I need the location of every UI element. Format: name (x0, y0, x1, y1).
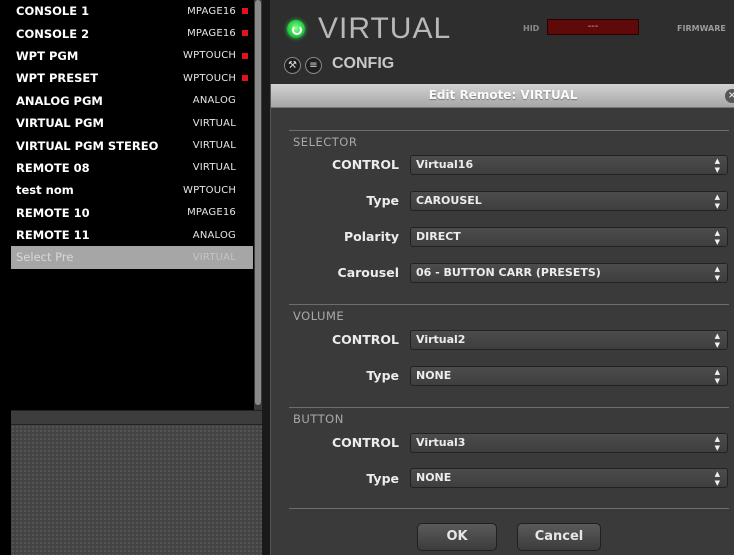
section-divider (289, 130, 729, 131)
remote-name: test nom (16, 183, 74, 198)
volume-type-select[interactable]: NONE ▲ ▼ (410, 366, 728, 386)
up-down-arrows-icon: ▲ ▼ (714, 332, 720, 349)
section-divider (289, 508, 729, 509)
edit-remote-dialog: Edit Remote: VIRTUAL × SELECTOR CONTROL … (270, 84, 734, 555)
button-type-label: Type (366, 471, 399, 486)
remote-type: ANALOG (192, 95, 236, 107)
select-value: CAROUSEL (416, 194, 482, 207)
remote-name: VIRTUAL PGM STEREO (16, 138, 159, 153)
remote-list-item[interactable]: CONSOLE 2 MPAGE16 (11, 22, 253, 44)
empty-panel-area (11, 425, 262, 555)
remote-name: Select Pre (16, 250, 74, 265)
remote-type: ANALOG (192, 229, 236, 241)
dialog-title: Edit Remote: VIRTUAL (428, 88, 578, 102)
up-down-arrows-icon: ▲ ▼ (714, 265, 720, 282)
selector-control-label: CONTROL (331, 157, 399, 172)
remote-list-item[interactable]: ANALOG PGM ANALOG (11, 90, 253, 112)
remote-list-scrollbar[interactable] (254, 0, 262, 410)
ok-button[interactable]: OK (417, 523, 497, 551)
section-divider (289, 304, 729, 305)
selector-carousel-select[interactable]: 06 - BUTTON CARR (PRESETS) ▲ ▼ (410, 263, 728, 283)
wrench-icon[interactable]: ⚒ (284, 57, 301, 74)
button-section-label: BUTTON (293, 412, 344, 426)
selector-control-select[interactable]: Virtual16 ▲ ▼ (410, 155, 728, 175)
select-value: DIRECT (416, 230, 461, 243)
remote-name: CONSOLE 1 (16, 4, 90, 19)
status-indicator-icon (242, 8, 248, 14)
remote-list: CONSOLE 1 MPAGE16 CONSOLE 2 MPAGE16 WPT PGM W… (11, 0, 253, 410)
remote-list-item[interactable]: REMOTE 10 MPAGE16 (11, 202, 253, 224)
status-indicator-icon (242, 52, 248, 59)
remote-list-item[interactable]: VIRTUAL PGM STEREO VIRTUAL (11, 134, 253, 156)
volume-type-label: Type (366, 368, 399, 383)
remote-type: VIRTUAL (192, 117, 236, 129)
status-indicator-icon (242, 30, 248, 37)
button-type-select[interactable]: NONE ▲ ▼ (410, 468, 728, 488)
remote-list-item[interactable]: CONSOLE 1 MPAGE16 (11, 0, 253, 22)
status-indicator-icon (242, 75, 248, 82)
up-down-arrows-icon: ▲ ▼ (714, 470, 720, 487)
remote-list-item[interactable]: REMOTE 08 VIRTUAL (11, 157, 253, 179)
volume-control-select[interactable]: Virtual2 ▲ ▼ (410, 330, 728, 350)
up-down-arrows-icon: ▲ ▼ (714, 229, 720, 246)
close-icon[interactable]: × (725, 89, 734, 103)
remote-name: WPT PGM (16, 48, 79, 63)
remote-list-item[interactable]: Select Pre VIRTUAL (11, 246, 253, 269)
select-value: 06 - BUTTON CARR (PRESETS) (416, 266, 601, 279)
selector-carousel-label: Carousel (337, 265, 399, 280)
panel-divider (11, 410, 262, 425)
up-down-arrows-icon: ▲ ▼ (714, 157, 720, 174)
remote-name: REMOTE 11 (16, 228, 90, 243)
selector-polarity-select[interactable]: DIRECT ▲ ▼ (410, 227, 728, 247)
button-control-label: CONTROL (331, 435, 399, 450)
select-value: NONE (416, 471, 452, 484)
dialog-titlebar[interactable]: Edit Remote: VIRTUAL × (271, 84, 734, 108)
button-control-select[interactable]: Virtual3 ▲ ▼ (410, 433, 728, 453)
up-down-arrows-icon: ▲ ▼ (714, 193, 720, 210)
remote-type: VIRTUAL (192, 140, 236, 152)
remote-name: ANALOG PGM (16, 93, 103, 108)
hid-value-display: --- (547, 19, 639, 35)
firmware-label: FIRMWARE (677, 24, 726, 33)
remote-name: VIRTUAL PGM (16, 116, 104, 131)
remote-type: MPAGE16 (187, 207, 236, 219)
hid-label: HID (523, 24, 540, 33)
select-value: Virtual3 (416, 436, 466, 449)
selector-type-label: Type (366, 193, 399, 208)
volume-section-label: VOLUME (293, 309, 345, 323)
remote-type: WPTOUCH (183, 184, 237, 196)
list-icon[interactable]: ≡ (305, 57, 322, 74)
select-value: Virtual16 (416, 158, 474, 171)
scrollbar-thumb[interactable] (255, 0, 261, 405)
remote-name: CONSOLE 2 (16, 26, 90, 41)
remote-type: VIRTUAL (192, 162, 236, 174)
cancel-button[interactable]: Cancel (517, 523, 601, 551)
up-down-arrows-icon: ▲ ▼ (714, 435, 720, 452)
selector-type-select[interactable]: CAROUSEL ▲ ▼ (410, 191, 728, 211)
remote-name: REMOTE 10 (16, 205, 90, 220)
remote-list-panel: CONSOLE 1 MPAGE16 CONSOLE 2 MPAGE16 WPT PGM W… (0, 0, 262, 555)
remote-list-item[interactable]: WPT PRESET WPTOUCH (11, 67, 253, 89)
remote-name: REMOTE 08 (16, 160, 90, 175)
up-down-arrows-icon: ▲ ▼ (714, 368, 720, 385)
select-value: Virtual2 (416, 333, 466, 346)
power-icon[interactable] (287, 20, 305, 38)
config-label[interactable]: CONFIG (332, 55, 394, 73)
volume-control-label: CONTROL (331, 332, 399, 347)
remote-name: WPT PRESET (16, 71, 99, 86)
remote-list-item[interactable]: test nom WPTOUCH (11, 179, 253, 201)
remote-list-item[interactable]: REMOTE 11 ANALOG (11, 224, 253, 246)
remote-list-item[interactable]: WPT PGM WPTOUCH (11, 45, 253, 67)
selector-polarity-label: Polarity (343, 229, 399, 244)
section-divider (289, 407, 729, 408)
select-value: NONE (416, 369, 452, 382)
remote-title: VIRTUAL (318, 12, 452, 45)
remote-type: VIRTUAL (192, 251, 236, 263)
remote-list-item[interactable]: VIRTUAL PGM VIRTUAL (11, 112, 253, 134)
selector-section-label: SELECTOR (293, 135, 358, 149)
